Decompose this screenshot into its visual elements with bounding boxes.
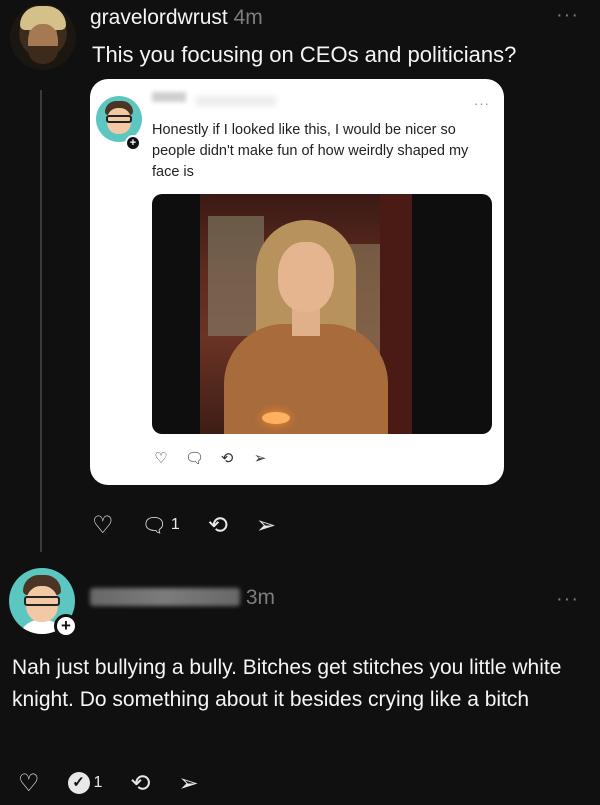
reply-repost-button[interactable]: ⟲: [130, 769, 150, 798]
quoted-reply-icon: 🗨: [185, 450, 205, 467]
quoted-author-meta-redacted: [196, 96, 276, 106]
quoted-share-icon: ➢: [253, 450, 267, 467]
reply-reply-button[interactable]: ✓ 1: [67, 772, 103, 794]
share-button[interactable]: ➢: [256, 511, 276, 540]
post-timestamp: 4m: [233, 6, 263, 29]
reply-author[interactable]: 3m: [90, 586, 275, 610]
reply-action-bar: ♡ ✓ 1 ⟲ ➢: [18, 768, 227, 798]
send-icon: ➢: [178, 769, 199, 797]
check-badge-icon: ✓: [67, 772, 90, 794]
author-avatar[interactable]: [10, 4, 76, 70]
author-username[interactable]: gravelordwrust: [90, 6, 228, 29]
thread-line: [40, 90, 42, 552]
reply-count: 1: [170, 516, 180, 533]
quoted-post-text: Honestly if I looked like this, I would …: [152, 122, 469, 180]
repost-button[interactable]: ⟲: [208, 511, 228, 540]
repost-icon: ⟲: [207, 511, 228, 539]
reply-more-icon[interactable]: ···: [556, 588, 579, 611]
quoted-follow-plus-icon: +: [125, 135, 141, 151]
reply-author-name-redacted: [90, 588, 240, 606]
reply-reply-count: 1: [93, 774, 103, 791]
send-icon: ➢: [255, 511, 277, 539]
quoted-more-icon: ···: [474, 96, 490, 111]
comment-icon: 🗨: [141, 514, 167, 537]
repost-icon: ⟲: [130, 769, 151, 797]
post-action-bar: ♡ 🗨 1 ⟲ ➢: [92, 510, 304, 540]
reply-text: Nah just bullying a bully. Bitches get s…: [12, 656, 562, 711]
post-more-icon[interactable]: ···: [556, 4, 579, 27]
reply-share-button[interactable]: ➢: [179, 769, 199, 798]
quoted-author-name-redacted: [152, 92, 186, 102]
reply-like-button[interactable]: ♡: [18, 769, 40, 798]
quoted-repost-icon: ⟲: [220, 450, 234, 467]
quoted-like-icon: ♡: [154, 450, 168, 467]
heart-icon: ♡: [92, 511, 114, 539]
heart-icon: ♡: [18, 769, 40, 797]
post-author[interactable]: gravelordwrust 4m: [90, 6, 263, 30]
reply-button[interactable]: 🗨 1: [142, 513, 180, 538]
reply-timestamp: 3m: [245, 586, 276, 609]
quoted-action-bar: ♡ 🗨 ⟲ ➢: [152, 449, 269, 467]
follow-plus-icon[interactable]: +: [54, 614, 78, 638]
like-button[interactable]: ♡: [92, 511, 114, 540]
post-text: This you focusing on CEOs and politician…: [92, 42, 517, 67]
quoted-post-photo: [152, 194, 492, 434]
